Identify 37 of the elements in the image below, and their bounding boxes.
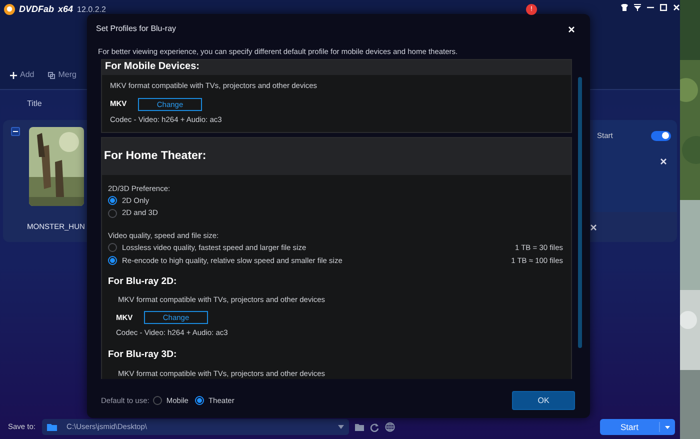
- subsection-heading: For Blu-ray 3D:: [108, 348, 178, 362]
- radio-button[interactable]: [195, 396, 204, 406]
- toggle-switch[interactable]: [651, 130, 671, 141]
- refresh-icon[interactable]: [370, 422, 379, 432]
- edition-label: x64: [58, 3, 74, 16]
- section-heading: For Mobile Devices:: [102, 60, 571, 76]
- close-icon[interactable]: [590, 224, 597, 230]
- version-label: 12.0.2.2: [77, 4, 106, 16]
- logo-icon: [4, 4, 15, 16]
- radio-button[interactable]: [108, 256, 117, 265]
- radio-button[interactable]: [108, 196, 117, 205]
- radio-button[interactable]: [153, 396, 162, 406]
- shirt-icon[interactable]: [621, 4, 628, 11]
- plus-icon: [10, 72, 17, 78]
- filter-icon[interactable]: [634, 4, 641, 11]
- caret-icon[interactable]: [338, 425, 344, 429]
- minus-checkbox-icon[interactable]: [11, 127, 20, 136]
- app-logo: DVDFab: [19, 3, 54, 16]
- globe-icon[interactable]: [384, 422, 395, 432]
- scrollbar-thumb[interactable]: [578, 77, 582, 348]
- column-header: Title: [27, 99, 42, 108]
- ok-button[interactable]: OK: [512, 391, 575, 410]
- close-icon[interactable]: [660, 158, 667, 166]
- subsection-heading: For Blu-ray 2D:: [108, 274, 178, 288]
- dialog-title: Set Profiles for Blu-ray: [96, 23, 176, 35]
- toolbar-button[interactable]: Add: [10, 69, 34, 81]
- folder-icon[interactable]: [354, 423, 364, 431]
- toolbar-button[interactable]: Merg: [48, 69, 76, 81]
- radio-button[interactable]: [108, 208, 117, 218]
- folder-icon: [46, 423, 57, 431]
- maximize-icon[interactable]: [660, 4, 667, 11]
- start-button[interactable]: Start: [600, 419, 675, 435]
- minimize-icon[interactable]: [647, 4, 654, 11]
- section-heading: For Home Theater:: [102, 138, 571, 175]
- radio-button[interactable]: [108, 243, 117, 252]
- merge-icon: [48, 72, 56, 78]
- caret-icon: [665, 426, 670, 428]
